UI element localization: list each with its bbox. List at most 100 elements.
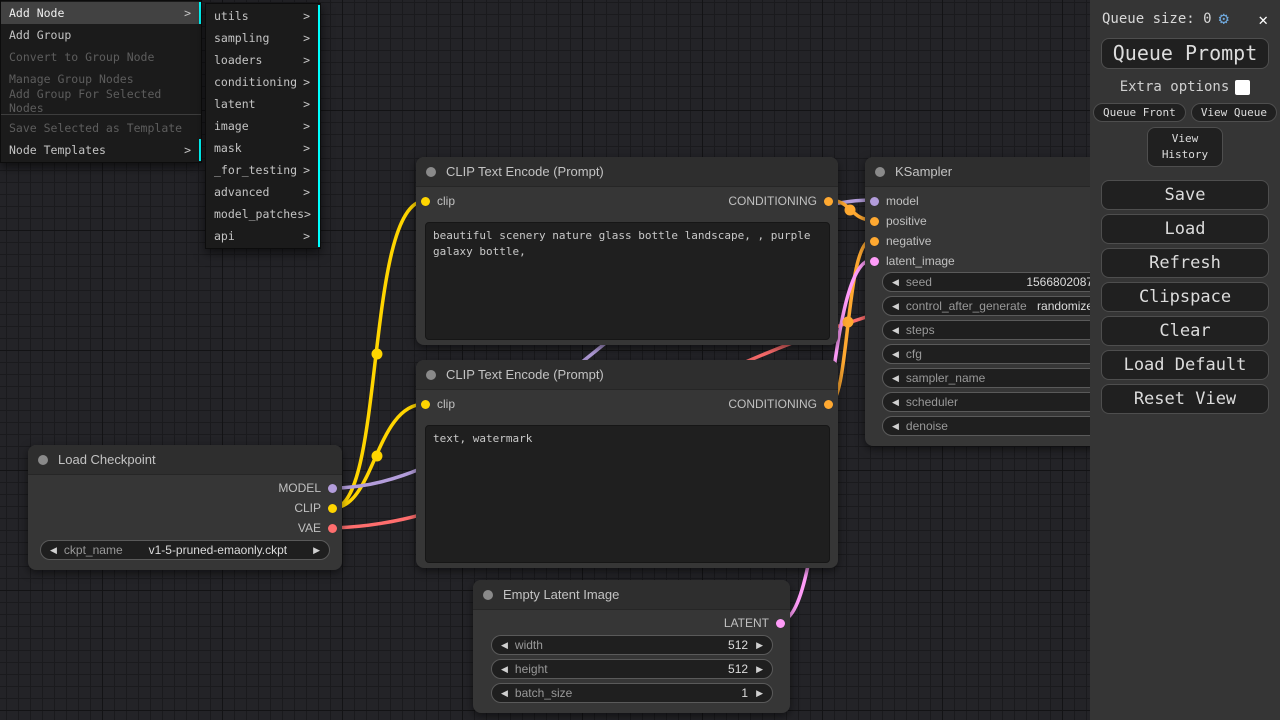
widget-value: randomize [1035,299,1093,313]
node-empty-latent-image[interactable]: Empty Latent Image LATENT ◀ width 512 ▶ … [473,580,790,713]
node-title: Load Checkpoint [58,452,156,467]
widget-value: 1 [580,686,748,700]
decrement-arrow-icon[interactable]: ◀ [892,349,899,360]
prompt-textarea[interactable]: beautiful scenery nature glass bottle la… [425,222,830,340]
collapse-dot[interactable] [426,167,436,177]
load-default-button[interactable]: Load Default [1101,350,1269,380]
decrement-arrow-icon[interactable]: ◀ [501,640,508,651]
increment-arrow-icon[interactable]: ▶ [756,664,763,675]
widget-value: 1566802087 [940,275,1093,289]
widget-steps[interactable]: ◀ steps ▶ [882,320,1118,340]
menu-item-convert-to-group-node[interactable]: Convert to Group Node [1,46,201,68]
widget-control-after-generate[interactable]: ◀ control_after_generate randomize ▶ [882,296,1118,316]
submenu-arrow-icon: > [303,31,310,45]
output-dot-clip[interactable] [328,504,337,513]
submenu-item-image[interactable]: image> [206,115,320,137]
decrement-arrow-icon[interactable]: ◀ [50,545,57,556]
widget-denoise[interactable]: ◀ denoise ▶ [882,416,1118,436]
collapse-dot[interactable] [38,455,48,465]
node-load-checkpoint[interactable]: Load Checkpoint MODEL CLIP VAE ◀ ckpt_na… [28,445,342,570]
widget-ckpt-name[interactable]: ◀ ckpt_name v1-5-pruned-emaonly.ckpt ▶ [40,540,330,560]
save-button[interactable]: Save [1101,180,1269,210]
view-history-button[interactable]: View History [1147,127,1223,167]
increment-arrow-icon[interactable]: ▶ [756,688,763,699]
decrement-arrow-icon[interactable]: ◀ [892,421,899,432]
submenu-item-for-testing[interactable]: _for_testing> [206,159,320,181]
extra-options-checkbox[interactable] [1235,80,1250,95]
collapse-dot[interactable] [875,167,885,177]
node-title-bar[interactable]: CLIP Text Encode (Prompt) [416,360,838,390]
input-dot-model[interactable] [870,197,879,206]
queue-prompt-button[interactable]: Queue Prompt [1101,38,1269,69]
reset-view-button[interactable]: Reset View [1101,384,1269,414]
menu-item-add-group-for-selected-nodes[interactable]: Add Group For Selected Nodes [1,90,201,112]
input-dot-clip[interactable] [421,197,430,206]
output-label-vae: VAE [298,521,321,535]
output-label-model: MODEL [278,481,321,495]
settings-gear-icon[interactable]: ⚙ [1219,11,1229,28]
increment-arrow-icon[interactable]: ▶ [756,640,763,651]
submenu-item-mask[interactable]: mask > [206,137,320,159]
menu-item-label: Convert to Group Node [9,50,154,64]
submenu-item-advanced[interactable]: advanced> [206,181,320,203]
collapse-dot[interactable] [483,590,493,600]
decrement-arrow-icon[interactable]: ◀ [892,301,899,312]
input-dot-clip[interactable] [421,400,430,409]
output-dot-model[interactable] [328,484,337,493]
decrement-arrow-icon[interactable]: ◀ [892,373,899,384]
submenu-item-model-patches[interactable]: model_patches> [206,203,320,225]
output-dot-conditioning[interactable] [824,197,833,206]
output-dot-vae[interactable] [328,524,337,533]
output-dot-conditioning[interactable] [824,400,833,409]
prompt-textarea[interactable]: text, watermark [425,425,830,563]
input-label-latent-image: latent_image [886,254,955,268]
input-dot-positive[interactable] [870,217,879,226]
widget-height[interactable]: ◀ height 512 ▶ [491,659,773,679]
view-queue-button[interactable]: View Queue [1191,103,1277,122]
decrement-arrow-icon[interactable]: ◀ [892,277,899,288]
node-title-bar[interactable]: Load Checkpoint [28,445,342,475]
input-dot-latent-image[interactable] [870,257,879,266]
menu-item-label: image [214,119,249,133]
decrement-arrow-icon[interactable]: ◀ [501,688,508,699]
load-button[interactable]: Load [1101,214,1269,244]
decrement-arrow-icon[interactable]: ◀ [892,397,899,408]
menu-item-add-group[interactable]: Add Group [1,24,201,46]
submenu-item-conditioning[interactable]: conditioning> [206,71,320,93]
menu-item-add-node[interactable]: Add Node > [1,2,201,24]
widget-seed[interactable]: ◀ seed 1566802087 ▶ [882,272,1118,292]
decrement-arrow-icon[interactable]: ◀ [892,325,899,336]
queue-front-button[interactable]: Queue Front [1093,103,1186,122]
submenu-item-latent[interactable]: latent> [206,93,320,115]
node-clip-text-encode-negative[interactable]: CLIP Text Encode (Prompt) clip CONDITION… [416,360,838,568]
clear-button[interactable]: Clear [1101,316,1269,346]
input-dot-negative[interactable] [870,237,879,246]
menu-item-save-selected-as-template[interactable]: Save Selected as Template [1,117,201,139]
increment-arrow-icon[interactable]: ▶ [313,545,320,556]
menu-item-node-templates[interactable]: Node Templates> [1,139,201,161]
submenu-item-utils[interactable]: utils> [206,5,320,27]
clipspace-button[interactable]: Clipspace [1101,282,1269,312]
decrement-arrow-icon[interactable]: ◀ [501,664,508,675]
submenu-item-loaders[interactable]: loaders> [206,49,320,71]
collapse-dot[interactable] [426,370,436,380]
widget-sampler-name[interactable]: ◀ sampler_name ▶ [882,368,1118,388]
menu-item-label: Add Node [9,6,64,20]
widget-width[interactable]: ◀ width 512 ▶ [491,635,773,655]
submenu-item-api[interactable]: api> [206,225,320,247]
node-clip-text-encode-positive[interactable]: CLIP Text Encode (Prompt) clip CONDITION… [416,157,838,345]
output-dot-latent[interactable] [776,619,785,628]
submenu-item-sampling[interactable]: sampling> [206,27,320,49]
widget-batch-size[interactable]: ◀ batch_size 1 ▶ [491,683,773,703]
menu-item-label: utils [214,9,249,23]
widget-cfg[interactable]: ◀ cfg ▶ [882,344,1118,364]
menu-item-label: Save Selected as Template [9,121,182,135]
widget-scheduler[interactable]: ◀ scheduler ▶ [882,392,1118,412]
submenu-arrow-icon: > [184,6,191,20]
refresh-button[interactable]: Refresh [1101,248,1269,278]
submenu-arrow-icon: > [303,141,310,155]
node-title-bar[interactable]: CLIP Text Encode (Prompt) [416,157,838,187]
node-title-bar[interactable]: Empty Latent Image [473,580,790,610]
close-icon[interactable]: ✕ [1258,10,1268,29]
menu-item-label: mask [214,141,242,155]
